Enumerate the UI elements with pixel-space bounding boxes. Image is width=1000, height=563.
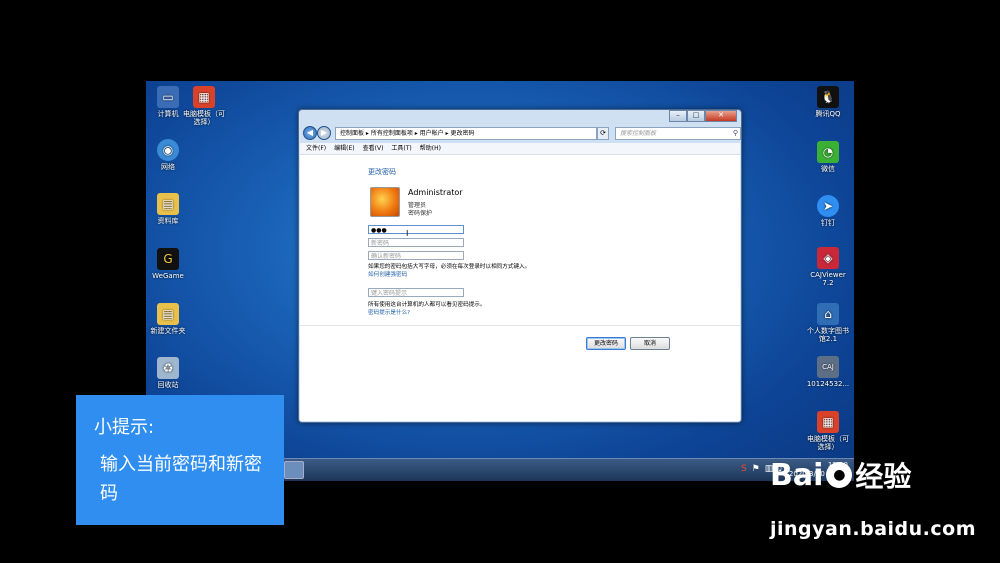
desktop-icon-library[interactable]: ▤ 资料库 <box>146 193 190 225</box>
user-name: Administrator <box>408 188 463 197</box>
folder-icon: ▤ <box>157 303 179 325</box>
desktop-icon-label: 10124532... <box>806 380 850 388</box>
tip-title: 小提示: <box>94 417 155 438</box>
page-title: 更改密码 <box>368 168 396 176</box>
qq-icon: 🐧 <box>817 86 839 108</box>
menu-help[interactable]: 帮助(H) <box>420 143 441 154</box>
folder-icon: ▤ <box>157 193 179 215</box>
menu-bar: 文件(F) 编辑(E) 查看(V) 工具(T) 帮助(H) <box>300 143 740 155</box>
strong-password-link[interactable]: 如何创建强密码 <box>368 270 407 278</box>
current-password-field[interactable]: ●●● <box>368 225 464 234</box>
forward-button[interactable]: ▶ <box>317 126 331 140</box>
desktop-icon-dingtalk[interactable]: ➤ 钉钉 <box>806 195 850 227</box>
network-icon: ◉ <box>157 139 179 161</box>
breadcrumb: 控制面板 ▸ 所有控制面板项 ▸ 用户帐户 ▸ 更改密码 <box>340 130 475 137</box>
desktop-icon-label: 腾讯QQ <box>815 110 841 118</box>
menu-file[interactable]: 文件(F) <box>306 143 326 154</box>
desktop-icon-qq[interactable]: 🐧 腾讯QQ <box>806 86 850 118</box>
desktop-icon-template[interactable]: ▦ 电脑模板（可选择） <box>182 86 226 126</box>
close-button[interactable]: ✕ <box>705 110 737 122</box>
ime-icon[interactable]: S <box>741 464 747 474</box>
navigation-bar: ◀ ▶ 控制面板 ▸ 所有控制面板项 ▸ 用户帐户 ▸ 更改密码 ⟳ 搜索控制面… <box>303 126 741 140</box>
hint-visibility-note: 所有使用这台计算机的人都可以看见密码提示。 <box>368 302 486 308</box>
watermark-brand-right: 经验 <box>855 460 912 493</box>
wegame-icon: G <box>157 248 179 270</box>
taskbar-app-button[interactable] <box>284 461 304 479</box>
desktop-icon-label: 计算机 <box>157 110 179 118</box>
baidu-jingyan-logo: Bai ● 经验 <box>770 455 911 495</box>
menu-tools[interactable]: 工具(T) <box>391 143 411 154</box>
desktop-icon-network[interactable]: ◉ 网络 <box>146 139 190 171</box>
text-cursor-icon: I <box>406 229 409 238</box>
winrar-icon: ▦ <box>817 411 839 433</box>
paw-icon: ● <box>826 462 853 488</box>
search-placeholder: 搜索控制面板 <box>620 130 657 137</box>
tip-body: 输入当前密码和新密码 <box>100 454 262 504</box>
back-button[interactable]: ◀ <box>303 126 317 140</box>
desktop-icon-label: 电脑模板（可选择） <box>183 110 225 126</box>
recycle-bin-icon: ♻ <box>157 357 179 379</box>
tip-overlay: 小提示: 输入当前密码和新密码 <box>76 395 284 525</box>
desktop-icon-label: CAJViewer 7.2 <box>810 271 846 287</box>
search-icon: ⚲ <box>732 129 738 137</box>
desktop-icon-wegame[interactable]: G WeGame <box>146 248 190 280</box>
confirm-password-field[interactable]: 确认新密码 <box>368 251 464 260</box>
desktop-icon-digital-library[interactable]: ⌂ 个人数字图书馆2.1 <box>806 303 850 343</box>
wechat-icon: ◔ <box>817 141 839 163</box>
winrar-icon: ▦ <box>193 86 215 108</box>
desktop-icon-label: 微信 <box>821 165 835 173</box>
flag-icon[interactable]: ⚑ <box>752 464 760 474</box>
cancel-button[interactable]: 取消 <box>630 337 670 350</box>
desktop-icon-wechat[interactable]: ◔ 微信 <box>806 141 850 173</box>
minimize-button[interactable]: – <box>669 110 687 122</box>
desktop-icon-label: 个人数字图书馆2.1 <box>807 327 849 343</box>
password-hint-link[interactable]: 密码提示是什么? <box>368 308 410 316</box>
desktop-icon-label: 资料库 <box>157 217 179 225</box>
new-password-field[interactable]: 新密码 <box>368 238 464 247</box>
content-area: 更改密码 Administrator 管理员 密码保护 ●●● 新密码 I 确认… <box>300 155 740 421</box>
desktop-icon-caj-file[interactable]: CAJ 10124532... <box>806 356 850 388</box>
address-bar[interactable]: 控制面板 ▸ 所有控制面板项 ▸ 用户帐户 ▸ 更改密码 <box>335 127 597 140</box>
desktop-icon-new-folder[interactable]: ▤ 新建文件夹 <box>146 303 190 335</box>
window-controls: – □ ✕ <box>669 110 737 122</box>
change-password-button[interactable]: 更改密码 <box>586 337 626 350</box>
cajviewer-icon: ◈ <box>817 247 839 269</box>
menu-edit[interactable]: 编辑(E) <box>334 143 354 154</box>
desktop-icon-label: 网络 <box>161 163 175 171</box>
desktop-icon-cajviewer[interactable]: ◈ CAJViewer 7.2 <box>806 247 850 287</box>
watermark-brand-left: Bai <box>770 457 824 493</box>
refresh-button[interactable]: ⟳ <box>597 127 609 140</box>
desktop-icon-label: 回收站 <box>157 381 179 389</box>
desktop-icon-recycle-bin[interactable]: ♻ 回收站 <box>146 357 190 389</box>
desktop-icon-label: 钉钉 <box>821 219 835 227</box>
divider <box>300 325 740 326</box>
maximize-button[interactable]: □ <box>687 110 705 122</box>
desktop-icon-template-right[interactable]: ▦ 电脑模板（可选择） <box>806 411 850 451</box>
password-hint-field[interactable]: 键入密码提示 <box>368 288 464 297</box>
user-avatar <box>370 187 400 217</box>
search-input[interactable]: 搜索控制面板 ⚲ <box>615 127 741 140</box>
caps-lock-note: 如果您的密码包括大写字母，必须在每次登录时以相同方式键入。 <box>368 264 531 270</box>
watermark-url: jingyan.baidu.com <box>770 518 976 540</box>
desktop-icon-label: 新建文件夹 <box>150 327 186 335</box>
computer-icon: ▭ <box>157 86 179 108</box>
desktop-icon-label: 电脑模板（可选择） <box>807 435 849 451</box>
caj-file-icon: CAJ <box>817 356 839 378</box>
dingtalk-icon: ➤ <box>817 195 839 217</box>
desktop-icon-label: WeGame <box>152 272 184 280</box>
change-password-window: – □ ✕ ◀ ▶ 控制面板 ▸ 所有控制面板项 ▸ 用户帐户 ▸ 更改密码 ⟳… <box>298 109 742 423</box>
user-protection-status: 密码保护 <box>408 210 433 217</box>
library-icon: ⌂ <box>817 303 839 325</box>
menu-view[interactable]: 查看(V) <box>363 143 384 154</box>
